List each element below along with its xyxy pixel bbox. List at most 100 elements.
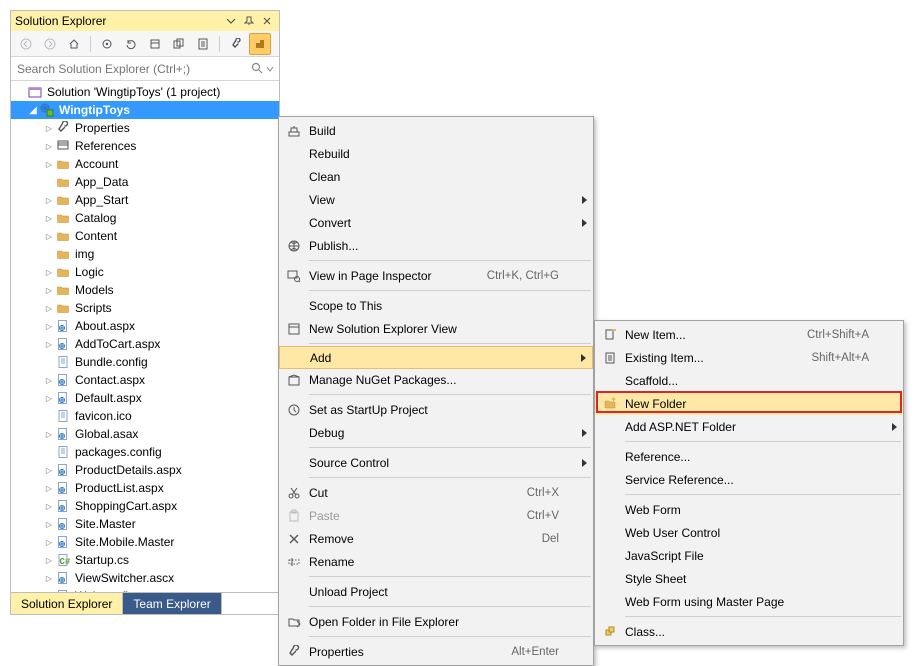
menu-class[interactable]: Class... — [595, 620, 903, 643]
nav-fwd-icon[interactable] — [39, 33, 61, 55]
menu-props[interactable]: PropertiesAlt+Enter — [279, 640, 593, 663]
expand-arrow-icon[interactable]: ▷ — [43, 338, 55, 350]
menu-view[interactable]: View — [279, 188, 593, 211]
search-input[interactable] — [15, 61, 249, 77]
expand-arrow-icon[interactable]: ▷ — [43, 392, 55, 404]
close-icon[interactable] — [259, 13, 275, 29]
expand-arrow-icon[interactable]: ▷ — [43, 536, 55, 548]
dropdown-icon[interactable] — [223, 13, 239, 29]
tree-view[interactable]: ▶ Solution 'WingtipToys' (1 project) ◢ W… — [11, 81, 279, 592]
tree-node[interactable]: ▷C#Startup.cs — [11, 551, 279, 569]
wrench-icon[interactable] — [225, 33, 247, 55]
menu-rebuild[interactable]: Rebuild — [279, 142, 593, 165]
tree-node[interactable]: ▷App_Data — [11, 173, 279, 191]
expand-arrow-icon[interactable]: ▷ — [43, 464, 55, 476]
tree-node[interactable]: ▷favicon.ico — [11, 407, 279, 425]
menu-reference[interactable]: Reference... — [595, 445, 903, 468]
tree-node[interactable]: ▷Bundle.config — [11, 353, 279, 371]
menu-new-folder[interactable]: New Folder — [595, 392, 903, 415]
expand-arrow-icon[interactable]: ▷ — [43, 230, 55, 242]
menu-cut[interactable]: CutCtrl+X — [279, 481, 593, 504]
tree-node[interactable]: ▷packages.config — [11, 443, 279, 461]
menu-add[interactable]: Add — [279, 346, 593, 369]
nav-back-icon[interactable] — [15, 33, 37, 55]
expand-arrow-icon[interactable]: ▷ — [43, 158, 55, 170]
menu-asp-folder[interactable]: Add ASP.NET Folder — [595, 415, 903, 438]
expand-arrow-icon[interactable]: ▷ — [43, 140, 55, 152]
menu-web-form-master[interactable]: Web Form using Master Page — [595, 590, 903, 613]
tree-node[interactable]: ▷App_Start — [11, 191, 279, 209]
expand-arrow-icon[interactable]: ◢ — [27, 104, 39, 116]
menu-js-file[interactable]: JavaScript File — [595, 544, 903, 567]
menu-clean[interactable]: Clean — [279, 165, 593, 188]
tree-node[interactable]: ▷Content — [11, 227, 279, 245]
menu-new-sln-view[interactable]: New Solution Explorer View — [279, 317, 593, 340]
tree-node[interactable]: ▷AddToCart.aspx — [11, 335, 279, 353]
preview-toggle-icon[interactable] — [249, 33, 271, 55]
tab-solution-explorer[interactable]: Solution Explorer — [11, 593, 123, 614]
tree-node[interactable]: ▷Global.asax — [11, 425, 279, 443]
menu-view-page-inspector[interactable]: View in Page Inspector Ctrl+K, Ctrl+G — [279, 264, 593, 287]
tree-node[interactable]: ▷Site.Mobile.Master — [11, 533, 279, 551]
tree-node[interactable]: ▷References — [11, 137, 279, 155]
menu-web-user-control[interactable]: Web User Control — [595, 521, 903, 544]
menu-nuget[interactable]: Manage NuGet Packages... — [279, 368, 593, 391]
menu-new-item[interactable]: New Item...Ctrl+Shift+A — [595, 323, 903, 346]
expand-arrow-icon[interactable]: ▷ — [43, 482, 55, 494]
menu-scaffold[interactable]: Scaffold... — [595, 369, 903, 392]
menu-style-sheet[interactable]: Style Sheet — [595, 567, 903, 590]
expand-arrow-icon[interactable]: ▷ — [43, 500, 55, 512]
tree-node[interactable]: ▷ProductList.aspx — [11, 479, 279, 497]
expand-arrow-icon[interactable]: ▷ — [43, 194, 55, 206]
expand-arrow-icon[interactable]: ▷ — [43, 572, 55, 584]
menu-build[interactable]: Build — [279, 119, 593, 142]
menu-debug[interactable]: Debug — [279, 421, 593, 444]
tab-team-explorer[interactable]: Team Explorer — [123, 593, 221, 614]
search-dropdown-icon[interactable] — [265, 61, 275, 77]
expand-arrow-icon[interactable]: ▷ — [43, 428, 55, 440]
sync-icon[interactable] — [96, 33, 118, 55]
tree-node[interactable]: ▷Properties — [11, 119, 279, 137]
menu-startup[interactable]: Set as StartUp Project — [279, 398, 593, 421]
expand-arrow-icon[interactable]: ▷ — [43, 266, 55, 278]
search-icon[interactable] — [249, 61, 265, 77]
menu-open-folder[interactable]: Open Folder in File Explorer — [279, 610, 593, 633]
menu-scope[interactable]: Scope to This — [279, 294, 593, 317]
tree-node[interactable]: ▷ViewSwitcher.ascx — [11, 569, 279, 587]
pin-icon[interactable] — [241, 13, 257, 29]
menu-source-control[interactable]: Source Control — [279, 451, 593, 474]
expand-arrow-icon[interactable]: ▷ — [43, 374, 55, 386]
expand-arrow-icon[interactable]: ▷ — [43, 302, 55, 314]
expand-arrow-icon[interactable]: ▷ — [43, 122, 55, 134]
tree-node-solution[interactable]: ▶ Solution 'WingtipToys' (1 project) — [11, 83, 279, 101]
home-icon[interactable] — [63, 33, 85, 55]
menu-unload[interactable]: Unload Project — [279, 580, 593, 603]
tree-node[interactable]: ▷Logic — [11, 263, 279, 281]
tree-node[interactable]: ▷Models — [11, 281, 279, 299]
tree-node[interactable]: ▷Scripts — [11, 299, 279, 317]
refresh-icon[interactable] — [120, 33, 142, 55]
menu-existing-item[interactable]: Existing Item...Shift+Alt+A — [595, 346, 903, 369]
tree-node[interactable]: ▷Site.Master — [11, 515, 279, 533]
tree-node[interactable]: ▷ProductDetails.aspx — [11, 461, 279, 479]
tree-node[interactable]: ▷ShoppingCart.aspx — [11, 497, 279, 515]
menu-rename[interactable]: Rename — [279, 550, 593, 573]
tree-node[interactable]: ▷Account — [11, 155, 279, 173]
menu-publish[interactable]: Publish... — [279, 234, 593, 257]
expand-arrow-icon[interactable]: ▷ — [43, 212, 55, 224]
menu-convert[interactable]: Convert — [279, 211, 593, 234]
menu-web-form[interactable]: Web Form — [595, 498, 903, 521]
expand-arrow-icon[interactable]: ▷ — [43, 554, 55, 566]
tree-node[interactable]: ▷img — [11, 245, 279, 263]
collapse-icon[interactable] — [144, 33, 166, 55]
expand-arrow-icon[interactable]: ▷ — [43, 518, 55, 530]
tree-node[interactable]: ▷Contact.aspx — [11, 371, 279, 389]
menu-service-ref[interactable]: Service Reference... — [595, 468, 903, 491]
properties-icon[interactable] — [192, 33, 214, 55]
tree-node[interactable]: ▷About.aspx — [11, 317, 279, 335]
expand-arrow-icon[interactable]: ▷ — [43, 320, 55, 332]
tree-node[interactable]: ▷Catalog — [11, 209, 279, 227]
tree-node-project[interactable]: ◢ WingtipToys — [11, 101, 279, 119]
menu-remove[interactable]: RemoveDel — [279, 527, 593, 550]
show-all-icon[interactable] — [168, 33, 190, 55]
